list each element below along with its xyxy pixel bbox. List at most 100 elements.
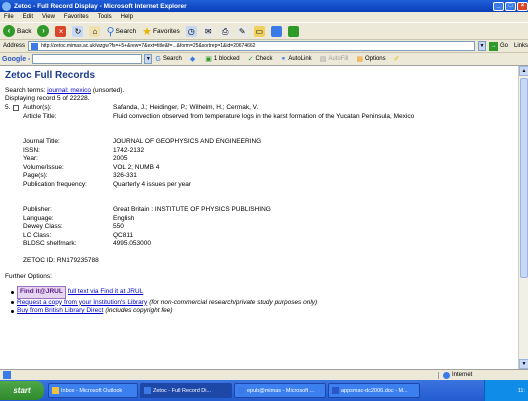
option-request: Request a copy from your Institution's L…	[11, 299, 518, 308]
menu-file[interactable]: File	[4, 14, 14, 20]
address-dropdown-icon[interactable]: ▼	[477, 41, 486, 51]
security-zone: Internet	[438, 371, 528, 379]
field-row: Language: English	[5, 215, 518, 224]
field-value: 2005	[113, 155, 128, 162]
field-row: Author(s): Safanda, J.; Heidinger, P.; W…	[5, 104, 518, 113]
field-row: Page(s): 326-331	[5, 172, 518, 181]
taskbar-item-word[interactable]: appsmac-dc2006.doc - M...	[328, 383, 420, 398]
field-label: Language:	[23, 214, 54, 222]
scroll-thumb[interactable]	[520, 78, 528, 278]
stop-icon[interactable]: ×	[55, 25, 67, 37]
favorites-button[interactable]: ★ Favorites	[142, 25, 180, 38]
field-value: Quarterly 4 issues per year	[113, 180, 192, 188]
maximize-button[interactable]: □	[505, 1, 516, 11]
request-copy-link[interactable]: Request a copy from your Institution's L…	[17, 299, 147, 308]
google-search-button[interactable]: G Search	[155, 56, 181, 63]
back-label: Back	[17, 27, 32, 35]
menu-help[interactable]: Help	[121, 14, 133, 20]
folder-icon[interactable]: ▭	[253, 25, 265, 37]
scroll-down-icon[interactable]: ▼	[519, 359, 528, 369]
field-label: Page(s):	[23, 172, 48, 179]
back-arrow-icon: ‹	[3, 25, 15, 37]
field-row: ISSN: 1742-2132	[5, 147, 518, 156]
field-row: Volume/Issue: VOL 2; NUMB 4	[5, 164, 518, 173]
mail-icon[interactable]: ✉	[202, 25, 214, 37]
taskbar-item-zetoc[interactable]: Zetoc - Full Record Di...	[140, 383, 232, 398]
autolink-icon: ⚭	[280, 56, 287, 63]
popup-blocker-button[interactable]: ▣ 1 blocked	[205, 55, 239, 63]
address-input[interactable]: http://zetoc.mimas.ac.uk/wzgw?fs=+5+&rew…	[28, 41, 475, 51]
status-bar: Internet	[0, 369, 528, 380]
autofill-icon: ▤	[319, 56, 327, 63]
highlighter-button[interactable]: ✐	[394, 55, 402, 63]
scroll-up-icon[interactable]: ▲	[519, 66, 528, 76]
close-button[interactable]: ×	[517, 1, 528, 11]
field-value: Safanda, J.; Heidinger, P.; Wilhelm, H.;…	[113, 104, 259, 111]
field-label: Publisher:	[23, 206, 52, 213]
internet-explorer-icon	[2, 1, 11, 11]
options-icon: ▦	[356, 56, 363, 63]
findit-link[interactable]: full text via Find it at JRUL	[68, 288, 144, 297]
address-label: Address	[3, 43, 26, 49]
menu-edit[interactable]: Edit	[23, 14, 33, 20]
field-value: QC811	[113, 231, 134, 239]
field-value: 4995.053000	[113, 240, 151, 247]
page-content: Zetoc Full Records Search terms: journal…	[0, 66, 518, 369]
go-arrow-icon[interactable]: →	[488, 41, 498, 51]
autolink-button[interactable]: ⚭ AutoLink	[280, 55, 311, 63]
autofill-button[interactable]: ▤ AutoFill	[320, 55, 349, 63]
ie-task-icon	[144, 387, 151, 394]
google-dropdown-icon[interactable]: ▼	[144, 54, 153, 64]
option-findit: Find it@JRUL full text via Find it at JR…	[11, 286, 518, 299]
google-search-icon: G	[155, 55, 161, 63]
field-label: Dewey Class:	[23, 223, 63, 230]
messenger-icon[interactable]	[270, 25, 282, 37]
go-button[interactable]: Go	[500, 43, 508, 49]
edit-icon[interactable]: ✎	[236, 25, 248, 37]
minimize-button[interactable]: _	[493, 1, 504, 11]
popup-blocker-icon: ▣	[205, 56, 212, 63]
record-checkbox[interactable]	[13, 105, 19, 111]
google-logo[interactable]: Google -	[2, 56, 30, 63]
taskbar-item-outlook[interactable]: Inbox - Microsoft Outlook	[48, 383, 138, 398]
address-bar: Address http://zetoc.mimas.ac.uk/wzgw?fs…	[0, 40, 528, 53]
menu-tools[interactable]: Tools	[98, 14, 112, 20]
links-button[interactable]: Links	[514, 43, 528, 49]
field-value: 550	[113, 223, 124, 230]
findit-button[interactable]: Find it@JRUL	[17, 286, 66, 299]
forward-button[interactable]: ›	[37, 25, 50, 37]
field-value: Fluid convection observed from temperatu…	[113, 112, 415, 120]
back-button[interactable]: ‹ Back	[3, 25, 31, 37]
field-label: Journal Title:	[23, 138, 60, 145]
refresh-icon[interactable]: ↻	[72, 25, 84, 37]
field-label: Article Title:	[23, 112, 57, 120]
request-note: (for non-commercial research/private stu…	[149, 298, 318, 306]
displaying-count: Displaying record 5 of 22228.	[5, 95, 90, 102]
vertical-scrollbar[interactable]: ▲ ▼	[518, 66, 528, 369]
google-search-input[interactable]	[32, 54, 143, 64]
zetoc-id-row: ZETOC ID: RN179235788	[5, 257, 518, 266]
field-row: BLDSC shelfmark: 4995.053000	[5, 240, 518, 249]
field-row: Dewey Class: 550	[5, 223, 518, 232]
search-terms-line: Search terms: journal: mexico (unsorted)…	[5, 87, 125, 94]
menu-view[interactable]: View	[42, 14, 55, 20]
bullet-icon	[11, 309, 14, 313]
research-icon[interactable]	[287, 25, 299, 37]
search-button[interactable]: ⚲ Search	[106, 25, 136, 38]
spell-check-button[interactable]: ✓ Check	[248, 55, 273, 63]
spell-check-icon: ✓	[247, 56, 254, 63]
buy-link[interactable]: Buy from British Library Direct	[17, 307, 103, 316]
options-button[interactable]: ▦ Options	[356, 55, 385, 63]
print-icon[interactable]: ⎙	[219, 25, 231, 37]
address-url: http://zetoc.mimas.ac.uk/wzgw?fs=+5+&rew…	[41, 43, 256, 49]
taskbar-item-epub[interactable]: epub@mimas - Microsoft ...	[234, 383, 326, 398]
option-buy: Buy from British Library Direct (include…	[11, 307, 518, 316]
start-button[interactable]: start	[0, 381, 44, 400]
home-icon[interactable]: ⌂	[89, 25, 101, 37]
search-terms-link[interactable]: journal: mexico	[47, 87, 91, 94]
menu-favorites[interactable]: Favorites	[64, 14, 89, 20]
google-news-button[interactable]: ◆	[190, 55, 197, 63]
history-icon[interactable]: ◷	[185, 25, 197, 37]
favorites-star-icon: ★	[142, 25, 152, 38]
